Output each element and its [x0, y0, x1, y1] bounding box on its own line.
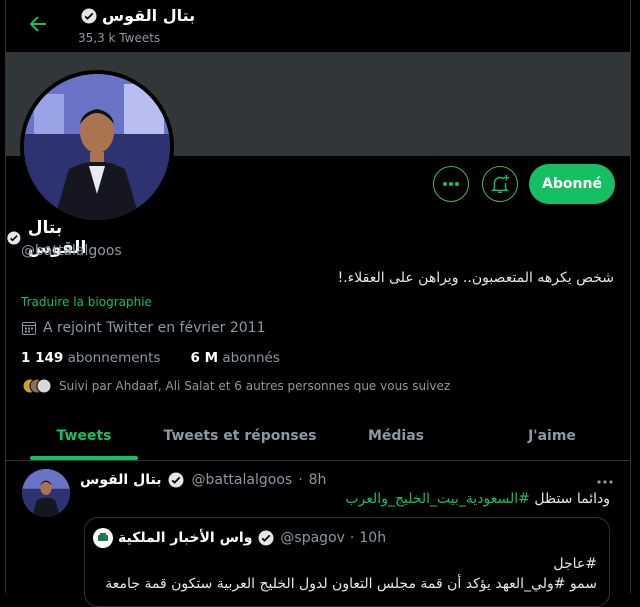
tweet-separator: ·	[298, 472, 303, 488]
verified-badge-icon	[81, 8, 97, 23]
profile-tabs: Tweets Tweets et réponses Médias J'aime	[6, 412, 630, 461]
tweet-header: بتال القوس @battalalgoos · 8h	[80, 471, 326, 489]
tweet-text-prefix: ودائما ستظل	[529, 491, 610, 507]
header-tweet-count: 35,3 k Tweets	[78, 31, 161, 45]
quoted-tweet-header: واس الأخبار الملكية @spagov · 10h	[93, 528, 386, 548]
more-options-button[interactable]	[433, 166, 469, 202]
bell-plus-icon	[490, 174, 510, 193]
followers-link[interactable]: 6 M abonnés	[190, 350, 279, 366]
quoted-author-name: واس الأخبار الملكية	[118, 530, 253, 546]
more-horizontal-icon	[443, 182, 459, 186]
follower-avatars-icon	[22, 378, 52, 394]
followers-count: 6 M	[190, 350, 219, 366]
header-name: بتال القوس	[80, 6, 195, 25]
followed-by[interactable]: Suivi par Ahdaaf, Ali Salat et 6 autres …	[21, 377, 450, 395]
verified-badge-icon	[168, 472, 184, 488]
tab-media[interactable]: Médias	[318, 412, 474, 460]
tab-tweets[interactable]: Tweets	[6, 412, 162, 460]
tweet-author-handle: @battalalgoos	[191, 472, 293, 488]
top-bar: بتال القوس 35,3 k Tweets	[6, 0, 630, 52]
followed-by-text: Suivi par Ahdaaf, Ali Salat et 6 autres …	[59, 379, 451, 393]
tab-tweets-replies[interactable]: Tweets et réponses	[162, 412, 318, 460]
following-count: 1 149	[21, 350, 64, 366]
tweet[interactable]: بتال القوس @battalalgoos · 8h ودائما ستظ…	[6, 461, 630, 607]
quoted-text-line-1: #عاجل	[553, 556, 597, 572]
calendar-icon	[22, 322, 36, 335]
profile-handle: @battalalgoos	[21, 243, 122, 259]
notify-button[interactable]	[482, 166, 518, 202]
tweet-time[interactable]: 8h	[309, 472, 327, 488]
verified-badge-icon	[258, 530, 274, 546]
tab-likes[interactable]: J'aime	[474, 412, 630, 460]
profile-column: بتال القوس 35,3 k Tweets Abonné بتال الق…	[5, 0, 631, 607]
translate-bio-link[interactable]: Traduire la biographie	[21, 295, 152, 309]
quoted-text-line-2: سمو #ولي_العهد يؤكد أن قمة مجلس التعاون …	[105, 576, 597, 592]
following-button[interactable]: Abonné	[529, 164, 615, 204]
join-date: A rejoint Twitter en février 2011	[21, 320, 265, 336]
join-date-text: A rejoint Twitter en février 2011	[43, 320, 266, 336]
tweet-hashtag[interactable]: #السعودية_بيت_الخليج_والعرب	[345, 491, 530, 507]
profile-bio: شخص يكرهه المتعصبون.. ويراهن على العقلاء…	[337, 270, 614, 286]
profile-avatar[interactable]	[20, 70, 174, 224]
quoted-tweet[interactable]: واس الأخبار الملكية @spagov · 10h #عاجل …	[84, 517, 610, 607]
tweet-more-icon[interactable]	[596, 473, 614, 489]
verified-badge-icon	[7, 231, 21, 245]
quoted-time: 10h	[359, 530, 387, 546]
header-display-name: بتال القوس	[102, 6, 196, 25]
following-label: abonnements	[67, 350, 161, 366]
following-link[interactable]: 1 149 abonnements	[21, 350, 160, 366]
quoted-tweet-avatar	[93, 528, 113, 548]
tweet-author-name[interactable]: بتال القوس	[80, 472, 161, 488]
tweet-text: ودائما ستظل #السعودية_بيت_الخليج_والعرب	[345, 491, 610, 507]
tweet-avatar[interactable]	[22, 469, 70, 517]
arrow-left-icon[interactable]	[26, 12, 50, 36]
quoted-author-handle: @spagov	[280, 530, 345, 546]
follow-stats: 1 149 abonnements 6 M abonnés	[21, 350, 280, 366]
quoted-separator: ·	[349, 530, 355, 546]
followers-label: abonnés	[222, 350, 280, 366]
